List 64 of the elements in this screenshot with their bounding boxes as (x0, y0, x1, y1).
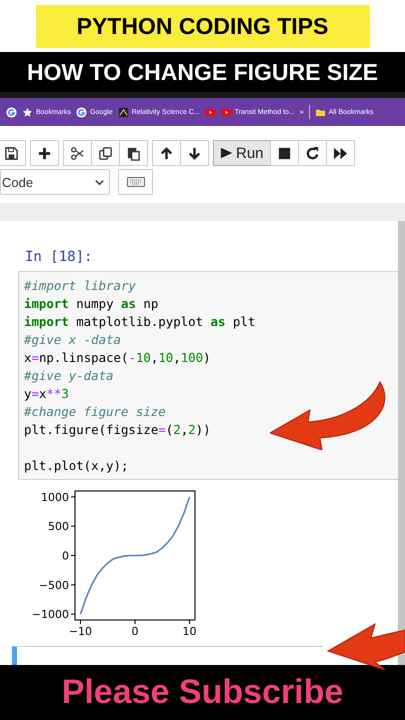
keyboard-button[interactable] (118, 169, 153, 195)
x-tick (80, 620, 81, 624)
plus-button[interactable] (30, 140, 59, 166)
y-tick (70, 555, 76, 556)
code-editor[interactable]: #import library import numpy as np import matplotlib.pyplot as plt #give x -data x=np.linspace(-10,10,100) #give y-data y=x**3 #change figure size plt.figure(figsize=(2,2)) plt.plot(x,y); (18, 271, 399, 480)
video-play-icon (204, 106, 216, 118)
y-tick-label: 500 (48, 520, 69, 534)
scrollbar[interactable] (398, 221, 405, 665)
scissors-icon (70, 146, 85, 160)
stop-button[interactable] (270, 140, 299, 166)
arrow-up-button[interactable] (152, 140, 181, 166)
video-play-icon (220, 106, 232, 118)
code-line: #give x -data (24, 331, 122, 349)
y-tick (70, 614, 76, 615)
fast-forward-button[interactable] (326, 140, 355, 166)
arrow-up-icon (159, 146, 174, 160)
bookmark-item[interactable] (6, 106, 17, 118)
y-tick (70, 526, 76, 527)
subscribe-text: Please Subscribe (62, 673, 344, 712)
google-logo-icon (76, 106, 88, 118)
arrow-down-button[interactable] (180, 140, 209, 166)
video-title-banner: PYTHON CODING TIPS (36, 4, 370, 48)
y-tick-label: 1000 (41, 490, 69, 504)
star-icon (22, 106, 33, 118)
copy-icon (98, 146, 113, 160)
arrow-down-icon (187, 146, 202, 160)
copy-button[interactable] (91, 140, 120, 166)
keyboard-icon (126, 177, 144, 187)
x-tick-label: −10 (68, 625, 92, 636)
fast-forward-icon (332, 146, 348, 160)
site-favicon-icon (118, 106, 129, 118)
floppy-disk-button[interactable] (0, 140, 26, 166)
code-line: import matplotlib.pyplot as plt (24, 313, 256, 331)
paste-icon (126, 146, 141, 160)
restart-button[interactable] (298, 140, 327, 166)
x-tick-label: 10 (182, 625, 197, 636)
y-tick-label: −1000 (32, 608, 69, 622)
video-subtitle-banner: HOW TO CHANGE FIGURE SIZE (0, 52, 405, 92)
cell-type-dropdown[interactable]: Code (0, 169, 110, 195)
scissors-button[interactable] (63, 140, 92, 166)
code-line: import numpy as np (24, 295, 160, 313)
code-line: y=x**3 (24, 385, 70, 403)
y-tick-label: 0 (62, 550, 69, 562)
paste-button[interactable] (119, 140, 148, 166)
run-button[interactable]: Run (213, 140, 271, 166)
y-tick-label: −500 (38, 578, 69, 592)
code-line: x=np.linspace(-10,10,100) (24, 349, 212, 367)
code-line: plt.figure(figsize=(2,2)) (24, 421, 212, 439)
code-line: #change figure size (24, 403, 167, 421)
y-tick (70, 496, 76, 498)
google-logo-icon (6, 106, 17, 118)
stop-icon (276, 146, 292, 160)
restart-icon (304, 146, 320, 160)
x-tick-label: 0 (132, 625, 138, 636)
code-line: #import library (24, 277, 137, 295)
code-line: #give y-data (24, 367, 115, 385)
plus-icon (37, 146, 52, 160)
y-tick (70, 584, 76, 586)
cell-prompt: In [18]: (25, 249, 94, 265)
code-line: plt.plot(x,y); (24, 457, 130, 475)
x-tick (189, 620, 190, 624)
play-icon (220, 146, 234, 160)
x-tick (134, 620, 136, 624)
bookmark-item[interactable] (204, 106, 216, 118)
